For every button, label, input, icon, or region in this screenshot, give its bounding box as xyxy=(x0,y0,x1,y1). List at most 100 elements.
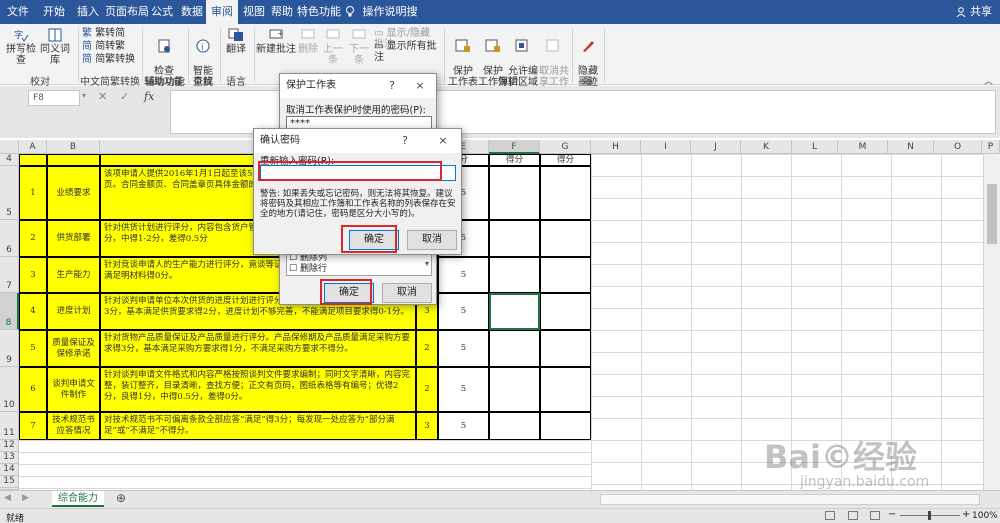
tab-data[interactable]: 数据 xyxy=(176,0,208,24)
tab-special[interactable]: 特色功能 xyxy=(296,0,342,24)
cell-f9[interactable] xyxy=(489,330,540,367)
simp-to-trad-button[interactable]: 简 简转繁 xyxy=(82,41,138,52)
simp-trad-convert-button[interactable]: 简 简繁转换 xyxy=(82,54,138,65)
close-icon[interactable]: × xyxy=(408,74,432,98)
cell-a9[interactable]: 5 xyxy=(19,330,47,367)
select-all-corner[interactable] xyxy=(0,140,19,154)
cell-a5[interactable]: 1 xyxy=(19,166,47,220)
cell-f6[interactable] xyxy=(489,220,540,257)
tab-file[interactable]: 文件 xyxy=(2,0,34,24)
help-icon[interactable]: ? xyxy=(380,74,404,98)
cell-f11[interactable] xyxy=(489,412,540,440)
zoom-out-icon[interactable]: − xyxy=(888,509,896,520)
tab-formulas[interactable]: 公式 xyxy=(146,0,178,24)
permissions-list[interactable]: ☐ 删除列 ☐ 删除行 ▾ xyxy=(286,252,432,276)
scroll-down-icon[interactable]: ▾ xyxy=(425,259,429,268)
spellcheck-button[interactable]: 字 拼写检查 xyxy=(4,28,38,66)
row-header-selected[interactable]: 8 xyxy=(0,293,19,330)
cell-b11[interactable]: 技术规范书应答情况 xyxy=(47,412,100,440)
row-header[interactable]: 12 xyxy=(0,440,19,452)
column-header-j[interactable]: J xyxy=(691,140,741,154)
row-header[interactable]: 4 xyxy=(0,154,19,166)
row-header[interactable]: 15 xyxy=(0,476,19,488)
zoom-in-icon[interactable]: + xyxy=(962,509,970,520)
confirm-cancel-button[interactable]: 取消 xyxy=(407,230,457,250)
close-icon[interactable]: × xyxy=(431,129,455,153)
cell-g8[interactable] xyxy=(540,293,591,330)
row-header[interactable]: 14 xyxy=(0,464,19,476)
row-header[interactable]: 9 xyxy=(0,330,19,367)
scrollbar-thumb[interactable] xyxy=(987,184,997,244)
cell-g9[interactable] xyxy=(540,330,591,367)
prev-sheet-icon[interactable]: ◀ xyxy=(4,493,11,503)
new-comment-button[interactable]: + 新建批注 xyxy=(256,28,296,55)
column-header-h[interactable]: H xyxy=(591,140,641,154)
row-header[interactable]: 11 xyxy=(0,412,19,440)
cell-c10[interactable]: 针对谈判申请文件格式和内容严格按照谈判文件要求编制；同时文字清晰，内容完整，装订… xyxy=(100,367,416,412)
cell-g10[interactable] xyxy=(540,367,591,412)
cell-a7[interactable]: 3 xyxy=(19,257,47,293)
column-header-i[interactable]: I xyxy=(641,140,691,154)
page-break-view-icon[interactable] xyxy=(870,511,880,520)
cell-c9[interactable]: 针对货物产品质量保证及产品质量进行评分。产品保修期及产品质量满足采购方要求得3分… xyxy=(100,330,416,367)
trad-to-simp-button[interactable]: 繁 繁转简 xyxy=(82,28,138,39)
cell-f10[interactable] xyxy=(489,367,540,412)
row-header[interactable]: 5 xyxy=(0,166,19,220)
cell-b7[interactable]: 生产能力 xyxy=(47,257,100,293)
name-box[interactable]: F8 xyxy=(28,90,80,106)
column-header-l[interactable]: L xyxy=(792,140,838,154)
thesaurus-button[interactable]: 同义词库 xyxy=(38,28,72,66)
cell-e11[interactable]: 5 xyxy=(438,412,489,440)
column-header-k[interactable]: K xyxy=(741,140,792,154)
next-comment-button[interactable]: 下一条 xyxy=(346,28,372,66)
cell-g7[interactable] xyxy=(540,257,591,293)
tab-home[interactable]: 开始 xyxy=(38,0,70,24)
cell-e9[interactable]: 5 xyxy=(438,330,489,367)
row-header[interactable]: 10 xyxy=(0,367,19,412)
cell-g11[interactable] xyxy=(540,412,591,440)
row-header[interactable]: 6 xyxy=(0,220,19,257)
vertical-scrollbar[interactable] xyxy=(983,154,1000,490)
show-all-comments-button[interactable]: ▭ 显示所有批注 xyxy=(374,41,438,63)
previous-comment-button[interactable]: 上一条 xyxy=(320,28,346,66)
tab-insert[interactable]: 插入 xyxy=(72,0,104,24)
page-layout-view-icon[interactable] xyxy=(848,511,858,520)
cell-b8[interactable]: 进度计划 xyxy=(47,293,100,330)
cell-e8[interactable]: 5 xyxy=(438,293,489,330)
row-header[interactable]: 7 xyxy=(0,257,19,293)
column-header-b[interactable]: B xyxy=(47,140,100,154)
cell-b5[interactable]: 业绩要求 xyxy=(47,166,100,220)
column-header-n[interactable]: N xyxy=(888,140,934,154)
share-button[interactable]: 共享 xyxy=(968,0,994,24)
enter-icon[interactable]: ✓ xyxy=(120,90,129,103)
sheet-tab-active[interactable]: 综合能力 xyxy=(52,491,104,507)
cell-b6[interactable]: 供货部署 xyxy=(47,220,100,257)
column-header-p[interactable]: P xyxy=(982,140,1000,154)
zoom-slider-thumb[interactable] xyxy=(928,511,931,520)
tell-me-search[interactable]: 操作说明搜索 xyxy=(360,0,420,42)
cell-g4[interactable]: 得分 xyxy=(540,154,591,166)
tab-help[interactable]: 帮助 xyxy=(266,0,298,24)
row-header[interactable]: 13 xyxy=(0,452,19,464)
cell-e10[interactable]: 5 xyxy=(438,367,489,412)
cell-e7[interactable]: 5 xyxy=(438,257,489,293)
cell-b4[interactable] xyxy=(47,154,100,166)
cancel-icon[interactable]: ✕ xyxy=(98,90,107,103)
normal-view-icon[interactable] xyxy=(825,511,835,520)
cell-f4[interactable]: 得分 xyxy=(489,154,540,166)
tab-page-layout[interactable]: 页面布局 xyxy=(104,0,150,24)
cell-f5[interactable] xyxy=(489,166,540,220)
cell-g6[interactable] xyxy=(540,220,591,257)
list-item[interactable]: ☐ 删除行 xyxy=(287,264,431,275)
tab-review[interactable]: 审阅 xyxy=(206,0,238,24)
horizontal-scrollbar[interactable] xyxy=(600,494,980,505)
translate-button[interactable]: 翻译 xyxy=(222,28,250,55)
cell-c11[interactable]: 对技术规范书不可偏离条款全部应答“满足”得3分；每发现一处应答为“部分满足”或“… xyxy=(100,412,416,440)
delete-comment-button[interactable]: 删除 xyxy=(296,28,320,55)
cell-a6[interactable]: 2 xyxy=(19,220,47,257)
cell-d11[interactable]: 3 xyxy=(416,412,438,440)
column-header-g[interactable]: G xyxy=(540,140,591,154)
cell-b9[interactable]: 质量保证及保修承诺 xyxy=(47,330,100,367)
cell-d9[interactable]: 2 xyxy=(416,330,438,367)
cell-d10[interactable]: 2 xyxy=(416,367,438,412)
